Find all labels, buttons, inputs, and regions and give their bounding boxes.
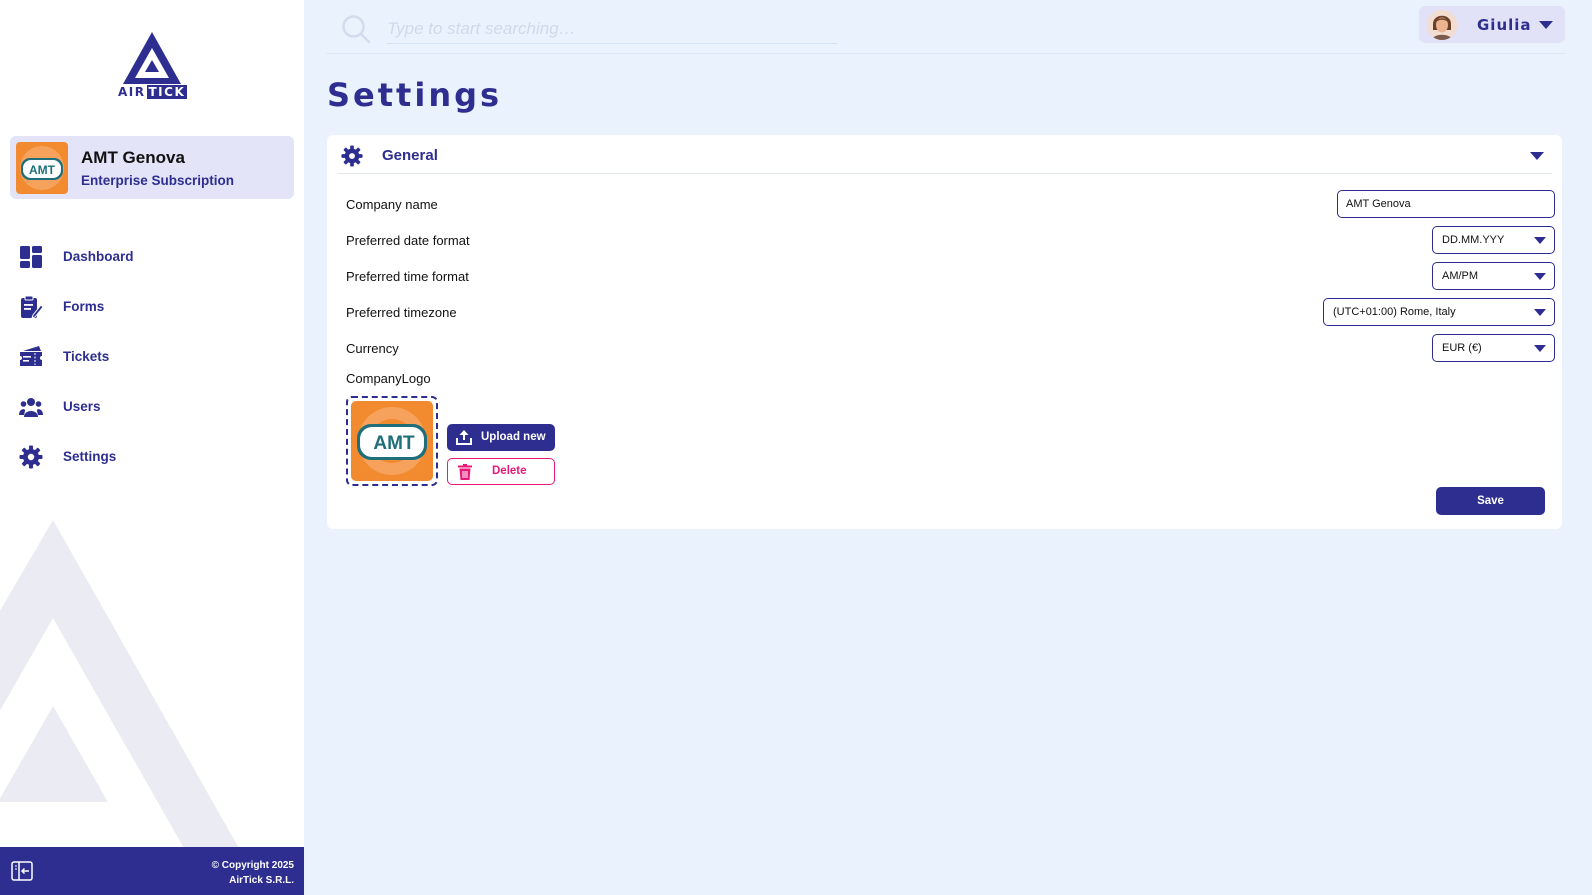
chevron-down-icon	[1534, 273, 1546, 280]
currency-select[interactable]: EUR (€)	[1432, 334, 1555, 362]
date-format-label: Preferred date format	[346, 233, 470, 248]
section-title: General	[382, 147, 438, 164]
chevron-down-icon	[1534, 345, 1546, 352]
forms-icon	[21, 295, 43, 319]
search-icon[interactable]	[341, 14, 371, 44]
upload-icon	[456, 430, 472, 445]
save-button[interactable]: Save	[1436, 487, 1545, 515]
collapse-sidebar-icon[interactable]	[11, 861, 33, 881]
sidebar-nav: Dashboard Forms Tickets Users Settings	[0, 232, 304, 482]
svg-text:AMT: AMT	[29, 163, 56, 177]
avatar	[1427, 10, 1457, 40]
chevron-down-icon[interactable]	[1530, 152, 1544, 160]
chevron-down-icon	[1539, 21, 1553, 29]
organization-card[interactable]: AMT AMT Genova Enterprise Subscription	[10, 136, 294, 199]
date-format-select[interactable]: DD.MM.YYY	[1432, 226, 1555, 254]
sidebar-item-label: Tickets	[63, 349, 110, 364]
company-logo-label: CompanyLogo	[346, 371, 431, 386]
sidebar-item-dashboard[interactable]: Dashboard	[0, 232, 304, 282]
org-name: AMT Genova	[81, 148, 185, 167]
sidebar-item-label: Dashboard	[63, 249, 134, 264]
svg-text:AMT: AMT	[373, 433, 415, 454]
tickets-icon	[20, 346, 42, 366]
company-name-label: Company name	[346, 197, 438, 212]
sidebar-item-label: Forms	[63, 299, 105, 314]
dashboard-icon	[20, 246, 42, 268]
general-settings-card: General Company name Preferred date form…	[327, 135, 1562, 529]
sidebar-item-label: Settings	[63, 449, 117, 464]
timezone-select[interactable]: (UTC+01:00) Rome, Italy	[1323, 298, 1555, 326]
company-logo-dropzone[interactable]: AMT	[346, 396, 438, 486]
gear-icon	[19, 445, 43, 469]
time-format-select[interactable]: AM/PM	[1432, 262, 1555, 290]
page-title: Settings	[327, 76, 503, 114]
sidebar: AIR TICK AMT AMT Genova Enterprise Subscr…	[0, 0, 304, 895]
delete-logo-button[interactable]: Delete	[447, 458, 555, 485]
topbar-divider	[326, 53, 1566, 54]
airtick-logo-text: AIR TICK	[118, 85, 188, 99]
time-format-label: Preferred time format	[346, 269, 469, 284]
divider	[337, 173, 1552, 174]
upload-new-button[interactable]: Upload new	[447, 424, 555, 451]
company-logo-image: AMT	[351, 401, 433, 481]
org-logo: AMT	[16, 142, 68, 194]
currency-label: Currency	[346, 341, 399, 356]
users-icon	[19, 398, 43, 417]
general-section-header[interactable]: General	[327, 135, 1562, 173]
user-menu[interactable]: Giulia	[1419, 6, 1565, 43]
sidebar-footer: © Copyright 2025 AirTick S.R.L.	[0, 847, 304, 895]
background-triangle-decoration	[0, 520, 240, 850]
sidebar-item-label: Users	[63, 399, 101, 414]
trash-icon	[458, 464, 472, 480]
gear-icon	[341, 145, 363, 167]
search-input[interactable]	[387, 14, 837, 44]
chevron-down-icon	[1534, 309, 1546, 316]
sidebar-item-settings[interactable]: Settings	[0, 432, 304, 482]
user-name: Giulia	[1477, 16, 1532, 34]
sidebar-item-users[interactable]: Users	[0, 382, 304, 432]
sidebar-item-tickets[interactable]: Tickets	[0, 332, 304, 382]
timezone-label: Preferred timezone	[346, 305, 457, 320]
sidebar-item-forms[interactable]: Forms	[0, 282, 304, 332]
company-name-input[interactable]	[1337, 190, 1555, 218]
copyright-text: © Copyright 2025 AirTick S.R.L.	[211, 860, 294, 886]
org-plan: Enterprise Subscription	[81, 173, 235, 188]
chevron-down-icon	[1534, 237, 1546, 244]
